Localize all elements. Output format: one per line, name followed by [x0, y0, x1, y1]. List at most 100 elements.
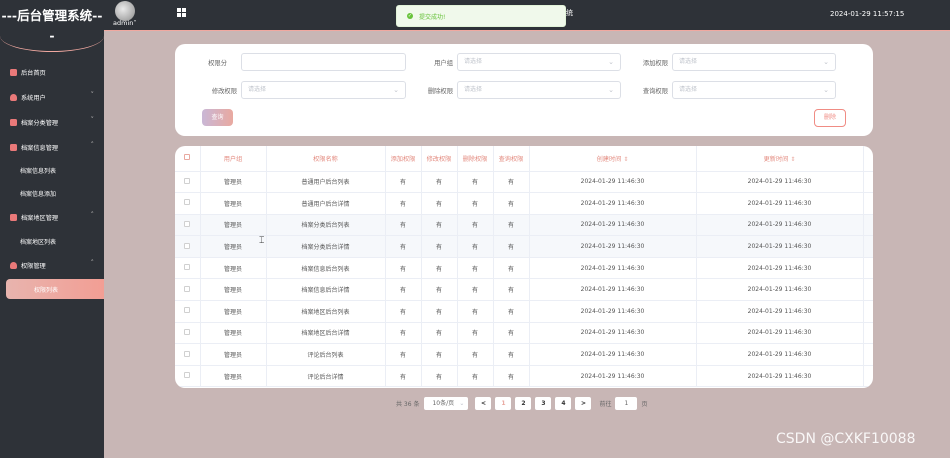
column-header: 操作 — [863, 146, 873, 172]
table-cell: 2024-01-29 11:46:30 — [696, 171, 864, 194]
sidebar-item-users[interactable]: 系统用户 ˅ — [0, 88, 104, 106]
delete-button[interactable]: 删除 — [814, 109, 846, 127]
grid-menu-icon[interactable] — [177, 8, 187, 18]
row-checkbox[interactable] — [175, 257, 201, 280]
chevron-up-icon: ˄ — [90, 259, 95, 267]
table-cell: 有 — [385, 278, 422, 302]
table-cell: 有 — [457, 171, 494, 194]
edit-icon — [10, 118, 17, 126]
field-label: 查询权限 — [642, 88, 668, 95]
sidebar-sub-region-list[interactable]: 档案地区列表 — [0, 232, 104, 250]
row-checkbox[interactable] — [175, 322, 201, 345]
page-size-value: 10条/页 — [432, 399, 455, 407]
table-cell: 管理员 — [200, 365, 267, 388]
row-checkbox[interactable] — [175, 343, 201, 366]
table-cell: 有 — [457, 343, 494, 366]
edit-permission-select[interactable]: 请选择 ⌄ — [241, 81, 406, 99]
chevron-down-icon: ⌄ — [459, 399, 465, 407]
placeholder: 请选择 — [679, 58, 698, 65]
row-checkbox[interactable] — [175, 300, 201, 323]
user-menu[interactable]: admin˅ — [113, 19, 137, 27]
row-actions — [863, 322, 873, 345]
row-checkbox[interactable] — [175, 171, 201, 194]
sidebar-sub-archive-add[interactable]: 档案信息添加 — [0, 184, 104, 202]
row-checkbox[interactable] — [175, 365, 201, 388]
sidebar-sub-archive-list[interactable]: 档案信息列表 — [0, 161, 104, 179]
table-cell: 有 — [457, 278, 494, 302]
row-actions — [863, 343, 873, 366]
goto-page-input[interactable]: 1 — [615, 396, 638, 410]
prev-page-button[interactable]: < — [475, 396, 492, 410]
table-cell: 管理员 — [200, 322, 267, 345]
chevron-down-icon: ˅ — [90, 91, 95, 99]
row-checkbox[interactable] — [175, 278, 201, 302]
table-cell: 有 — [421, 235, 458, 258]
table-cell: 有 — [493, 278, 530, 302]
sidebar-item-archive-info[interactable]: 档案信息管理 ˄ — [0, 138, 104, 156]
user-group-select[interactable]: 请选择 ⌄ — [457, 53, 621, 71]
table-cell: 2024-01-29 11:46:30 — [696, 257, 864, 280]
sidebar-item-permission[interactable]: 权限管理 ˄ — [0, 256, 104, 274]
table-cell: 2024-01-29 11:46:30 — [696, 192, 864, 215]
next-page-button[interactable]: > — [575, 396, 592, 410]
row-actions — [863, 365, 873, 388]
query-permission-select[interactable]: 请选择 ⌄ — [672, 81, 836, 99]
sidebar: ---后台管理系统--- 后台首页 系统用户 ˅ 档案分类管理 ˅ 档案信息管理… — [0, 0, 104, 458]
table-cell: 2024-01-29 11:46:30 — [529, 343, 697, 366]
table-cell: 有 — [493, 343, 530, 366]
table-cell: 有 — [385, 235, 422, 258]
table-cell: 有 — [421, 192, 458, 215]
sort-icon[interactable]: ⇕ — [790, 156, 795, 163]
goto-label: 前往 — [599, 400, 612, 408]
permission-name-input[interactable] — [241, 53, 406, 71]
table-cell: 有 — [493, 171, 530, 194]
page-button[interactable]: 1 — [495, 396, 512, 410]
table-cell: 档案地区后台列表 — [266, 300, 386, 323]
avatar[interactable] — [115, 1, 135, 21]
field-label: 权限分 — [208, 60, 227, 67]
table-row: 管理员 档案信息后台列表 有 有 有 有 2024-01-29 11:46:30… — [175, 257, 873, 280]
table-cell: 管理员 — [200, 171, 267, 194]
table-cell: 有 — [493, 365, 530, 388]
table-cell: 有 — [493, 300, 530, 323]
page-button[interactable]: 3 — [535, 396, 552, 410]
table-cell: 有 — [457, 365, 494, 388]
row-actions — [863, 300, 873, 323]
page-button[interactable]: 4 — [555, 396, 572, 410]
delete-permission-select[interactable]: 请选择 ⌄ — [457, 81, 621, 99]
sidebar-item-label: 档案地区管理 — [21, 214, 59, 222]
select-all-checkbox[interactable] — [175, 146, 201, 172]
table-cell: 档案分类后台列表 — [266, 214, 386, 237]
table-cell: 2024-01-29 11:46:30 — [696, 235, 864, 258]
table-cell: 有 — [385, 257, 422, 280]
table-cell: 有 — [457, 300, 494, 323]
table-cell: 2024-01-29 11:46:30 — [696, 214, 864, 237]
sidebar-item-category[interactable]: 档案分类管理 ˅ — [0, 113, 104, 131]
add-permission-select[interactable]: 请选择 ⌄ — [672, 53, 836, 71]
mouse-cursor-icon: ⌶ — [259, 236, 265, 246]
sidebar-item-home[interactable]: 后台首页 — [0, 63, 104, 81]
page-title-fragment: 统 — [566, 9, 573, 17]
table-cell: 2024-01-29 11:46:30 — [529, 235, 697, 258]
created-time-header[interactable]: 创建时间 ⇕ — [529, 146, 697, 172]
table-cell: 2024-01-29 11:46:30 — [529, 214, 697, 237]
table-cell: 管理员 — [200, 343, 267, 366]
updated-time-header[interactable]: 更新时间 ⇕ — [696, 146, 864, 172]
placeholder: 请选择 — [464, 58, 483, 65]
row-checkbox[interactable] — [175, 235, 201, 258]
sidebar-sub-permission-list[interactable]: 权限列表 — [6, 279, 104, 299]
table-cell: 有 — [421, 214, 458, 237]
table-cell: 有 — [385, 300, 422, 323]
page-button[interactable]: 2 — [515, 396, 532, 410]
table-cell: 有 — [385, 171, 422, 194]
table-cell: 有 — [385, 365, 422, 388]
row-actions — [863, 235, 873, 258]
query-button[interactable]: 查询 — [202, 109, 233, 126]
row-checkbox[interactable] — [175, 214, 201, 237]
chevron-down-icon: ⌄ — [393, 86, 399, 94]
sort-icon[interactable]: ⇕ — [623, 156, 628, 163]
sidebar-item-region[interactable]: 档案地区管理 ˄ — [0, 208, 104, 226]
page-size-select[interactable]: 10条/页 ⌄ — [424, 396, 469, 410]
row-checkbox[interactable] — [175, 192, 201, 215]
column-header: 修改权限 — [421, 146, 458, 172]
